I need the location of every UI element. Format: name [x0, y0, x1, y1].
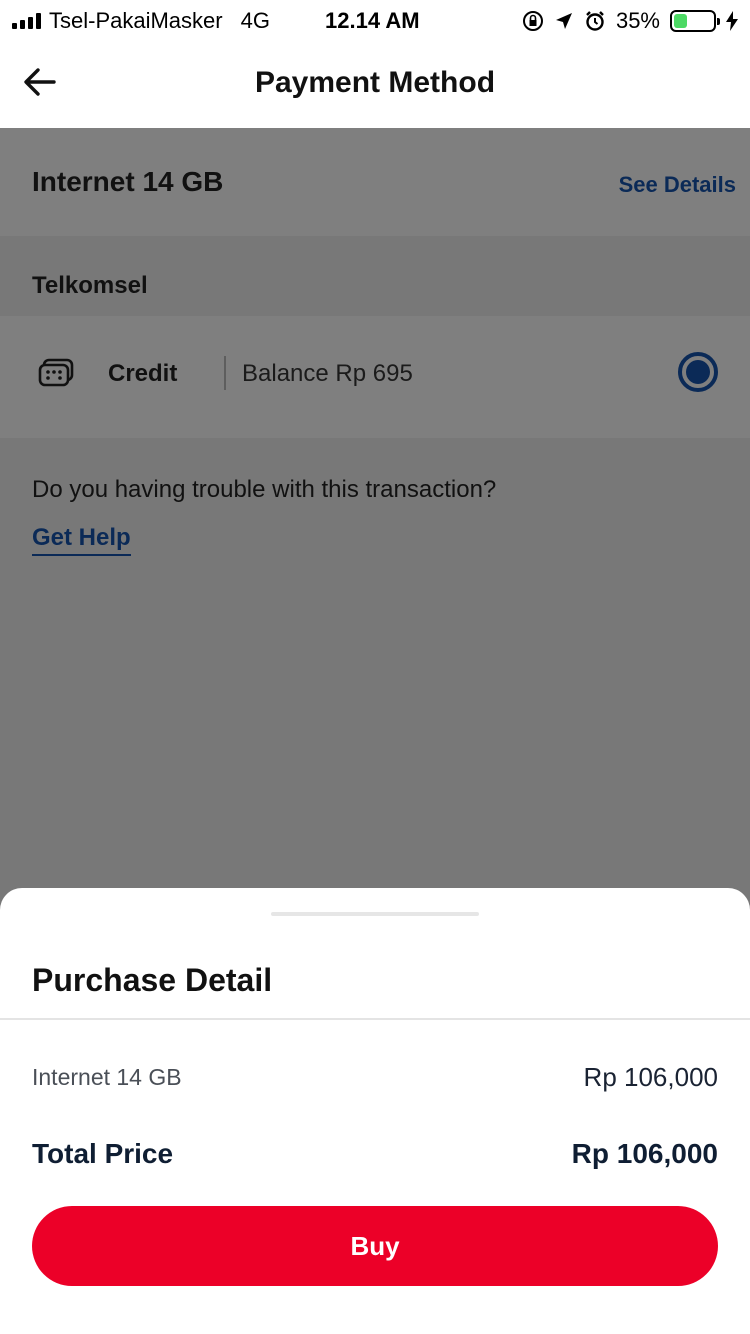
orientation-lock-icon: [522, 11, 543, 31]
location-arrow-icon: [555, 13, 572, 29]
balance-text: Balance Rp 695: [242, 360, 413, 387]
status-time: 12.14 AM: [325, 8, 420, 33]
vertical-divider: [224, 356, 226, 390]
sheet-drag-handle[interactable]: [271, 912, 479, 916]
payment-option-radio[interactable]: [678, 352, 718, 392]
total-price-value: Rp 106,000: [571, 1138, 718, 1169]
payment-option-credit[interactable]: Credit Balance Rp 695: [0, 316, 750, 438]
status-left: Tsel-PakaiMasker 4G: [12, 8, 300, 34]
item-price: Rp 106,000: [583, 1062, 718, 1092]
total-price-label: Total Price: [32, 1138, 174, 1169]
status-right: 35%: [522, 8, 738, 34]
buy-button[interactable]: Buy: [32, 1206, 718, 1286]
package-name: Internet 14 GB: [32, 166, 224, 197]
alarm-icon: [586, 11, 604, 31]
charging-bolt-icon: [726, 11, 738, 31]
battery-icon: [670, 10, 720, 32]
network-type: 4G: [240, 8, 270, 33]
status-bar: Tsel-PakaiMasker 4G 12.14 AM 35%: [0, 0, 750, 40]
see-details-link[interactable]: See Details: [619, 172, 736, 198]
sheet-title: Purchase Detail: [32, 962, 273, 998]
sheet-divider: [0, 1018, 750, 1020]
app-header: Payment Method: [0, 40, 750, 128]
help-text: Do you having trouble with this transact…: [32, 476, 497, 503]
page-title: Payment Method: [254, 66, 496, 99]
carrier-name: Tsel-PakaiMasker: [49, 8, 223, 33]
battery-fill: [674, 14, 688, 28]
item-name: Internet 14 GB: [32, 1064, 182, 1090]
battery-percent: 35%: [615, 8, 660, 33]
package-row: Internet 14 GB See Details: [0, 128, 750, 236]
radio-selected-dot: [686, 360, 710, 384]
payment-option-label: Credit: [108, 360, 178, 387]
sim-card-icon: [38, 358, 74, 387]
provider-label: Telkomsel: [32, 272, 148, 299]
get-help-link[interactable]: Get Help: [32, 524, 131, 556]
purchase-detail-sheet: Purchase Detail Internet 14 GB Rp 106,00…: [0, 888, 750, 1334]
signal-icon: [12, 13, 41, 29]
